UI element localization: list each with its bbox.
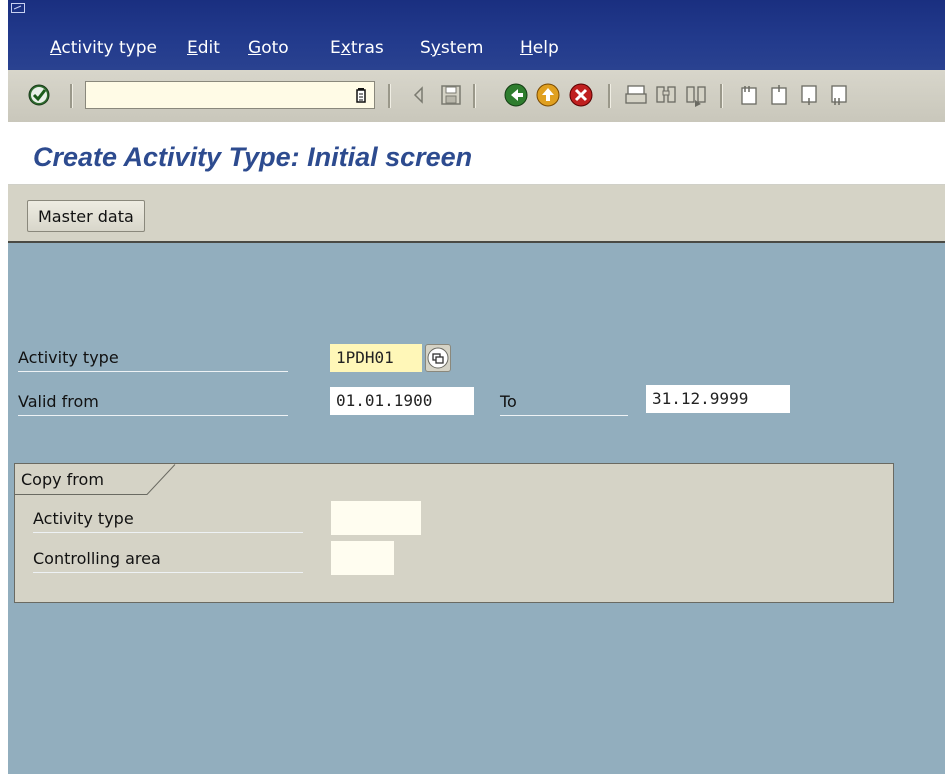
valid-from-label: Valid from <box>18 389 288 416</box>
standard-toolbar <box>8 70 945 123</box>
possible-entries-icon <box>427 347 449 369</box>
command-field[interactable] <box>85 81 375 109</box>
valid-to-label: To <box>500 389 628 416</box>
menu-edit[interactable]: Edit <box>187 38 220 58</box>
print-icon[interactable] <box>623 82 649 108</box>
save-icon[interactable] <box>438 82 464 108</box>
tab-outline <box>15 464 176 495</box>
valid-from-field[interactable]: 01.01.1900 <box>330 387 474 415</box>
menu-help[interactable]: Help <box>520 38 559 58</box>
copy-from-group: Copy from Activity type Controlling area <box>14 463 894 603</box>
menu-system[interactable]: System <box>420 38 483 58</box>
copy-activity-type-field[interactable] <box>331 501 421 535</box>
toolbar-separator <box>388 84 391 108</box>
toolbar-separator <box>720 84 723 108</box>
next-page-icon[interactable] <box>796 82 822 108</box>
copy-controlling-area-label: Controlling area <box>33 546 303 573</box>
page-title: Create Activity Type: Initial screen <box>33 142 473 172</box>
menu-extras[interactable]: Extras <box>330 38 384 58</box>
enter-icon[interactable] <box>26 82 52 108</box>
back-arrow-icon[interactable] <box>406 82 432 108</box>
find-next-icon[interactable] <box>683 82 709 108</box>
activity-type-label: Activity type <box>18 345 288 372</box>
back-icon[interactable] <box>503 82 529 108</box>
activity-type-field[interactable]: 1PDH01 <box>330 344 422 372</box>
toolbar-separator <box>473 84 476 108</box>
menu-bar: Activity type Edit Goto Extras System He… <box>8 0 945 70</box>
command-field-icon[interactable] <box>354 86 368 104</box>
menu-activity-type[interactable]: Activity type <box>50 38 157 58</box>
toolbar-separator <box>70 84 73 108</box>
first-page-icon[interactable] <box>736 82 762 108</box>
command-input[interactable] <box>90 82 344 108</box>
find-icon[interactable] <box>653 82 679 108</box>
toolbar-separator <box>608 84 611 108</box>
system-menu-icon[interactable] <box>11 3 25 15</box>
valid-to-field[interactable]: 31.12.9999 <box>646 385 790 413</box>
application-toolbar: Master data <box>8 185 945 243</box>
cancel-icon[interactable] <box>568 82 594 108</box>
menu-goto[interactable]: Goto <box>248 38 289 58</box>
master-data-button[interactable]: Master data <box>27 200 145 232</box>
copy-controlling-area-field[interactable] <box>331 541 394 575</box>
sap-window: Activity type Edit Goto Extras System He… <box>8 0 945 774</box>
possible-entries-button[interactable] <box>425 344 451 372</box>
previous-page-icon[interactable] <box>766 82 792 108</box>
last-page-icon[interactable] <box>826 82 852 108</box>
exit-icon[interactable] <box>535 82 561 108</box>
copy-activity-type-label: Activity type <box>33 506 303 533</box>
